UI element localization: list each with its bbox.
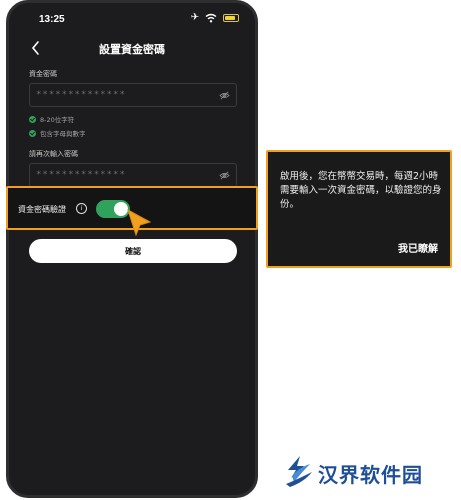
wifi-icon (205, 13, 217, 23)
watermark: 汉界软件园 (282, 454, 452, 488)
tooltip-ack-button[interactable]: 我已瞭解 (398, 240, 438, 255)
check-circle-icon (29, 115, 36, 123)
status-bar: 13:25 ✈ (9, 3, 255, 37)
password-field[interactable] (29, 83, 237, 107)
watermark-text: 汉界软件园 (318, 463, 423, 487)
tooltip-card: 啟用後，您在幣幣交易時，每週2小時需要輸入一次資金密碼，以驗證您的身份。 我已瞭… (266, 150, 452, 268)
verification-toggle-label: 資金密碼驗證 (18, 205, 66, 214)
confirm-password-label: 請再次輸入密碼 (29, 150, 78, 158)
pointer-arrow-icon (127, 208, 152, 237)
hide-password-icon[interactable] (219, 170, 230, 181)
confirm-password-input[interactable] (36, 164, 206, 186)
status-icons: ✈ (191, 13, 239, 23)
password-label: 資金密碼 (29, 70, 57, 78)
check-circle-icon (29, 129, 36, 137)
tooltip-text: 啟用後，您在幣幣交易時，每週2小時需要輸入一次資金密碼，以驗證您的身份。 (280, 171, 442, 210)
rule-text: 8-20位字符 (40, 116, 75, 124)
watermark-logo-icon (286, 456, 312, 487)
nav-bar: 設置資金密碼 (9, 37, 255, 63)
rule-composition: 包含字母與數字 (29, 128, 86, 138)
password-input[interactable] (36, 84, 206, 106)
confirm-password-field[interactable] (29, 163, 237, 187)
phone-screen: 13:25 ✈ 設置資金密碼 資金密碼 8-20位字符 包含字母 (6, 0, 258, 498)
confirm-button[interactable]: 確認 (29, 239, 237, 263)
airplane-icon: ✈ (190, 12, 199, 23)
hide-password-icon[interactable] (219, 90, 230, 101)
rule-length: 8-20位字符 (29, 114, 74, 124)
battery-icon (223, 14, 239, 22)
status-time: 13:25 (39, 14, 65, 25)
rule-text: 包含字母與數字 (40, 130, 86, 138)
page-title: 設置資金密碼 (99, 43, 165, 56)
info-icon[interactable]: i (76, 203, 87, 214)
